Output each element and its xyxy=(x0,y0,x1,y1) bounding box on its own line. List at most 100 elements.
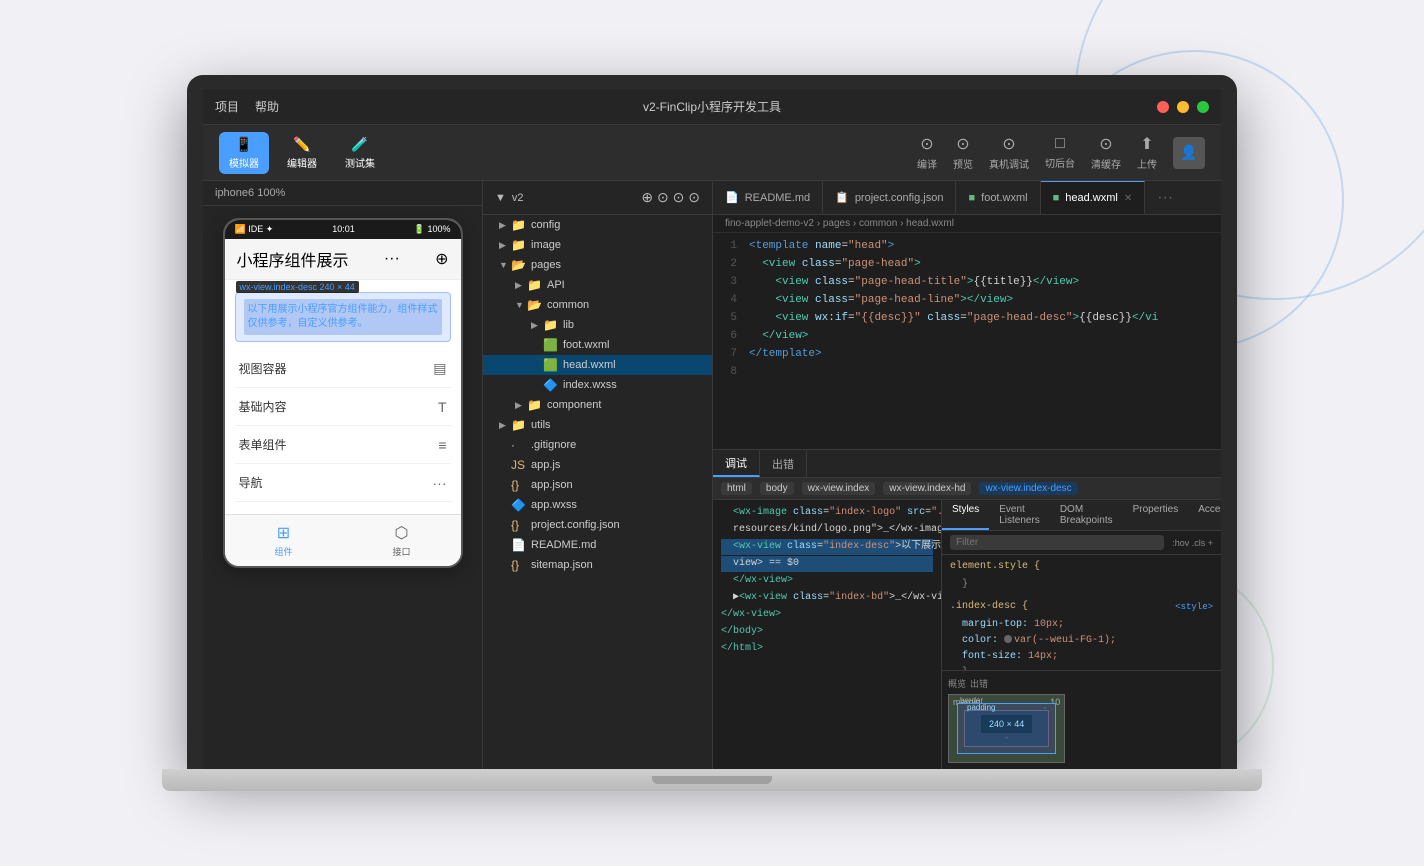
upload-icon: ⬆ xyxy=(1140,134,1153,154)
tree-item-foot-wxml[interactable]: 🟩 foot.wxml xyxy=(483,335,712,355)
elem-tag-html[interactable]: html xyxy=(721,482,752,495)
tree-item-component[interactable]: ▶ 📁 component xyxy=(483,395,712,415)
action-preview[interactable]: ⊙ 预览 xyxy=(953,134,973,171)
action-upload-label: 上传 xyxy=(1137,156,1157,171)
styles-tab-accessibility[interactable]: Accessibility xyxy=(1188,500,1221,530)
devtools-main-tabs: 调试 出错 xyxy=(713,450,1221,478)
tree-item-index-wxss[interactable]: 🔷 index.wxss xyxy=(483,375,712,395)
minimize-btn[interactable] xyxy=(1177,101,1189,113)
box-padding-label: padding xyxy=(967,703,995,712)
action-upload[interactable]: ⬆ 上传 xyxy=(1137,134,1157,171)
tree-item-utils[interactable]: ▶ 📁 utils xyxy=(483,415,712,435)
tree-item-sitemap[interactable]: {} sitemap.json xyxy=(483,555,712,575)
tab-close-head[interactable]: ✕ xyxy=(1124,193,1132,204)
close-btn[interactable] xyxy=(1157,101,1169,113)
toolbar-mode-buttons: 📱 模拟器 ✏️ 编辑器 🧪 测试集 xyxy=(219,132,385,174)
code-line-4: 4 <view class="page-head-line"></view> xyxy=(713,291,1221,309)
elem-tag-wx-view-index-desc[interactable]: wx-view.index-desc xyxy=(979,482,1077,495)
mode-editor-btn[interactable]: ✏️ 编辑器 xyxy=(277,132,327,174)
tab-readme[interactable]: 📄 README.md xyxy=(713,181,823,214)
tree-item-pages[interactable]: ▼ 📂 pages xyxy=(483,255,712,275)
action-device-debug[interactable]: ⊙ 真机调试 xyxy=(989,134,1029,171)
phone-section-form-icon: ≡ xyxy=(438,437,446,453)
app-toolbar: 📱 模拟器 ✏️ 编辑器 🧪 测试集 ⊙ xyxy=(203,125,1221,181)
elem-tag-body[interactable]: body xyxy=(760,482,794,495)
elem-tag-wx-view-index[interactable]: wx-view.index xyxy=(802,482,876,495)
more-tabs-icon[interactable]: ··· xyxy=(1145,189,1185,207)
tree-name-image: image xyxy=(531,239,561,251)
tree-item-project-config[interactable]: {} project.config.json xyxy=(483,515,712,535)
menu-project[interactable]: 项目 xyxy=(215,98,239,115)
tree-name-readme: README.md xyxy=(531,539,596,551)
line-num-2: 2 xyxy=(713,255,749,273)
action-clear-cache[interactable]: ⊙ 清缓存 xyxy=(1091,134,1121,171)
phone-nav-components[interactable]: ⊞ 组件 xyxy=(274,523,292,558)
mode-simulator-label: 模拟器 xyxy=(229,155,259,170)
action-compile[interactable]: ⊙ 编译 xyxy=(917,134,937,171)
styles-tab-styles[interactable]: Styles xyxy=(942,500,989,530)
styles-tab-dom[interactable]: DOM Breakpoints xyxy=(1050,500,1123,530)
style-color: color: var(--weui-FG-1); xyxy=(962,633,1213,649)
devtools-tab-console[interactable]: 出错 xyxy=(760,450,807,477)
code-editor[interactable]: 1 <template name="head"> 2 <view class="… xyxy=(713,233,1221,449)
box-model-labels: 概览 出错 xyxy=(948,677,1215,690)
maximize-btn[interactable] xyxy=(1197,101,1209,113)
folder-icon-common: 📂 xyxy=(527,298,543,312)
tree-item-head-wxml[interactable]: 🟩 head.wxml xyxy=(483,355,712,375)
tree-toolbar-icons: ⊕ ⊙ ⊙ ⊙ xyxy=(641,189,700,206)
tab-foot-wxml[interactable]: ■ foot.wxml xyxy=(956,181,1040,214)
devtools-panel: 调试 出错 html body wx-view.index xyxy=(713,449,1221,769)
components-nav-label: 组件 xyxy=(274,545,292,558)
styles-tab-event[interactable]: Event Listeners xyxy=(989,500,1050,530)
tree-item-readme[interactable]: 📄 README.md xyxy=(483,535,712,555)
tree-item-gitignore[interactable]: · .gitignore xyxy=(483,435,712,455)
tree-name-utils: utils xyxy=(531,419,551,431)
devtools-tab-elements[interactable]: 调试 xyxy=(713,450,760,477)
styles-panel: Styles Event Listeners DOM Breakpoints P… xyxy=(941,500,1221,769)
line-num-1: 1 xyxy=(713,237,749,255)
code-line-8: 8 xyxy=(713,363,1221,381)
tab-head-wxml[interactable]: ■ head.wxml ✕ xyxy=(1041,181,1146,214)
box-padding-value: - xyxy=(1044,703,1047,712)
phone-nav-api[interactable]: ⬡ 接口 xyxy=(392,523,410,558)
tree-item-common[interactable]: ▼ 📂 common xyxy=(483,295,712,315)
tab-foot-icon: ■ xyxy=(968,192,975,204)
compile-icon: ⊙ xyxy=(920,134,933,154)
tree-root-arrow: ▼ xyxy=(495,192,506,204)
mode-test-btn[interactable]: 🧪 测试集 xyxy=(335,132,385,174)
styles-content: element.style { } .index-desc { <style> xyxy=(942,555,1221,670)
tab-head-icon: ■ xyxy=(1053,192,1060,204)
styles-tab-properties[interactable]: Properties xyxy=(1123,500,1189,530)
tree-item-config[interactable]: ▶ 📁 config xyxy=(483,215,712,235)
tree-item-image[interactable]: ▶ 📁 image xyxy=(483,235,712,255)
action-background[interactable]: □ 切后台 xyxy=(1045,135,1075,170)
tree-item-lib[interactable]: ▶ 📁 lib xyxy=(483,315,712,335)
tab-project-label: project.config.json xyxy=(855,192,944,204)
editor-panel: 📄 README.md 📋 project.config.json ■ foot… xyxy=(713,181,1221,769)
style-rule-element: element.style { } xyxy=(950,559,1213,593)
elem-tag-wx-view-index-hd[interactable]: wx-view.index-hd xyxy=(883,482,971,495)
phone-section-content: 基础内容 T xyxy=(235,388,451,426)
tree-item-app-json[interactable]: {} app.json xyxy=(483,475,712,495)
html-tree[interactable]: <wx-image class="index-logo" src="../res… xyxy=(713,500,941,769)
folder-icon-image: 📁 xyxy=(511,238,527,252)
preview-panel: iphone6 100% 📶 IDE ✦ 10:01 🔋 100% 小程序组件展… xyxy=(203,181,483,769)
folder-icon-pages: 📂 xyxy=(511,258,527,272)
styles-filter-input[interactable] xyxy=(950,535,1164,550)
mode-simulator-btn[interactable]: 📱 模拟器 xyxy=(219,132,269,174)
color-swatch xyxy=(1004,635,1012,643)
editor-tabs: 📄 README.md 📋 project.config.json ■ foot… xyxy=(713,181,1221,215)
styles-filter-bar: :hov .cls + xyxy=(942,531,1221,555)
tab-project-config[interactable]: 📋 project.config.json xyxy=(823,181,956,214)
menu-help[interactable]: 帮助 xyxy=(255,98,279,115)
line-num-4: 4 xyxy=(713,291,749,309)
tree-item-app-wxss[interactable]: 🔷 app.wxss xyxy=(483,495,712,515)
tree-item-api[interactable]: ▶ 📁 API xyxy=(483,275,712,295)
tree-item-app-js[interactable]: JS app.js xyxy=(483,455,712,475)
action-compile-label: 编译 xyxy=(917,156,937,171)
tab-readme-label: README.md xyxy=(745,192,810,204)
app-main: iphone6 100% 📶 IDE ✦ 10:01 🔋 100% 小程序组件展… xyxy=(203,181,1221,769)
phone-more-icon[interactable]: ⊕ xyxy=(435,249,448,269)
phone-menu-icon[interactable]: ··· xyxy=(384,250,400,268)
user-avatar[interactable]: 👤 xyxy=(1173,137,1205,169)
